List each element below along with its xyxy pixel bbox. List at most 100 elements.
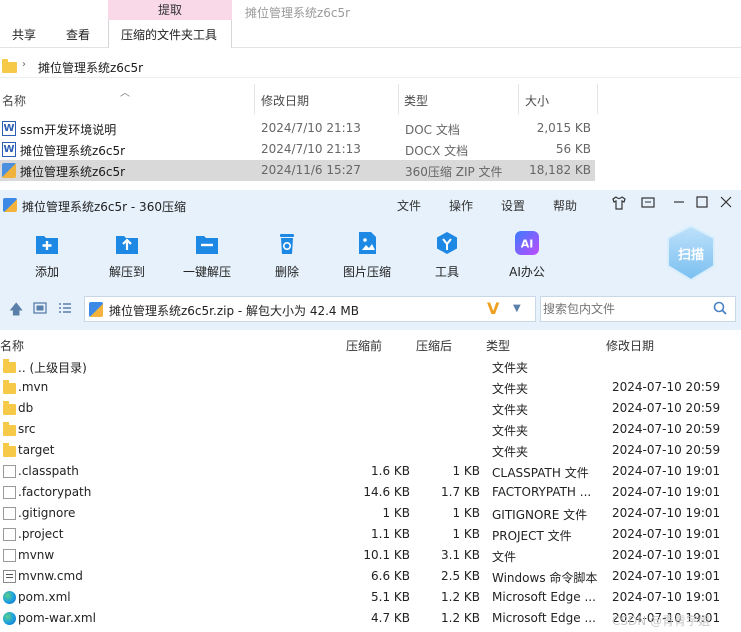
archive-column-header: 名称 压缩前 压缩后 类型 修改日期 [0, 336, 741, 354]
size-before: 1 KB [382, 506, 410, 520]
col-modified[interactable]: 修改日期 [261, 92, 309, 109]
file-type: PROJECT 文件 [492, 529, 572, 543]
file-type: 文件 [492, 550, 517, 564]
file-name: .classpath [18, 464, 79, 478]
archive-search[interactable] [540, 296, 736, 322]
edge-file-icon [3, 612, 16, 625]
maximize-icon[interactable] [695, 195, 709, 213]
file-name: ssm开发环境说明 [20, 123, 117, 137]
file-type: DOC 文档 [405, 123, 460, 137]
size-after: 1 KB [452, 527, 480, 541]
size-before: 6.6 KB [371, 569, 410, 583]
archive-file-row[interactable]: .classpath 1.6 KB 1 KB CLASSPATH 文件 2024-07-… [0, 461, 741, 482]
folder-icon [3, 401, 16, 415]
menu-help[interactable]: 帮助 [553, 197, 577, 214]
chevron-right-icon[interactable]: › [22, 59, 26, 70]
file-name: 摊位管理系统z6c5r [20, 165, 126, 179]
context-tab-extract[interactable]: 提取 [108, 0, 232, 20]
tab-view[interactable]: 查看 [66, 26, 90, 43]
file-type: Microsoft Edge ... [492, 611, 596, 625]
archive-file-row[interactable]: mvnw.cmd 6.6 KB 2.5 KB Windows 命令脚本 2024-07-… [0, 566, 741, 587]
zip-file-icon [89, 302, 103, 317]
image-compress-button[interactable]: 图片压缩 [332, 230, 402, 280]
window-title-ghost: 摊位管理系统z6c5r [245, 6, 351, 20]
delete-button[interactable]: 删除 [252, 230, 322, 280]
archiver-toolbar: 添加 解压到 一键解压 删除 图片压缩 工具 AI AI办公 扫描 [0, 220, 741, 288]
file-name: .gitignore [18, 506, 76, 520]
ai-office-button[interactable]: AI AI办公 [492, 230, 562, 280]
feedback-icon[interactable] [640, 195, 656, 215]
file-type: GITIGNORE 文件 [492, 508, 588, 522]
address-bar[interactable]: › 摊位管理系统z6c5r [0, 54, 741, 78]
archive-file-row[interactable]: .project 1.1 KB 1 KB PROJECT 文件 2024-07-10 1… [0, 524, 741, 545]
archive-file-row[interactable]: target 文件夹 2024-07-10 20:59 [0, 440, 741, 461]
archive-path-field[interactable]: 摊位管理系统z6c5r.zip - 解包大小为 42.4 MB V ▼ [84, 296, 536, 322]
list-view-icon[interactable] [58, 302, 72, 317]
scan-button[interactable]: 扫描 [664, 224, 718, 282]
file-modified: 2024-07-10 20:59 [612, 401, 721, 415]
col-type[interactable]: 类型 [486, 337, 510, 354]
col-name[interactable]: 名称 [0, 337, 24, 354]
tools-icon [437, 232, 457, 254]
file-name: src [18, 422, 36, 436]
close-icon[interactable] [719, 195, 733, 213]
col-size[interactable]: 大小 [525, 92, 549, 109]
explorer-file-row[interactable]: W 摊位管理系统z6c5r 2024/7/10 21:13 DOCX 文档 56 KB [0, 139, 595, 160]
minimize-icon[interactable] [672, 195, 686, 213]
extract-to-icon [116, 236, 138, 254]
col-name[interactable]: 名称 [2, 92, 26, 109]
archive-file-row[interactable]: .gitignore 1 KB 1 KB GITIGNORE 文件 2024-07-10… [0, 503, 741, 524]
file-name: pom-war.xml [18, 611, 96, 625]
size-after: 2.5 KB [441, 569, 480, 583]
file-name: .mvn [18, 380, 49, 394]
explorer-file-row[interactable]: Wssm开发环境说明 2024/7/10 21:13 DOC 文档 2,015 KB [0, 118, 595, 139]
size-before: 14.6 KB [363, 485, 410, 499]
skin-shirt-icon[interactable] [611, 195, 627, 215]
file-name: .project [18, 527, 64, 541]
tools-button[interactable]: 工具 [412, 230, 482, 280]
menu-settings[interactable]: 设置 [501, 197, 525, 214]
thumbnail-view-icon[interactable] [33, 302, 47, 317]
tab-compressed-folder-tools[interactable]: 压缩的文件夹工具 [121, 26, 217, 43]
size-after: 1.2 KB [441, 590, 480, 604]
archiver-title: 摊位管理系统z6c5r - 360压缩 [22, 200, 186, 214]
add-button[interactable]: 添加 [12, 230, 82, 280]
add-label: 添加 [34, 265, 59, 279]
file-type: 文件夹 [492, 445, 529, 459]
sort-ascending-icon: ︿ [120, 88, 130, 99]
archive-file-row[interactable]: .mvn 文件夹 2024-07-10 20:59 [0, 377, 741, 398]
search-icon[interactable] [713, 301, 727, 319]
col-type[interactable]: 类型 [404, 92, 428, 109]
menu-operation[interactable]: 操作 [449, 197, 473, 214]
explorer-file-row[interactable]: 摊位管理系统z6c5r 2024/11/6 15:27 360压缩 ZIP 文件 18… [0, 160, 595, 181]
file-modified: 2024-07-10 20:59 [612, 422, 721, 436]
extract-to-button[interactable]: 解压到 [92, 230, 162, 280]
file-modified: 2024-07-10 20:59 [612, 380, 721, 394]
folder-icon [2, 59, 17, 73]
col-after[interactable]: 压缩后 [416, 337, 452, 354]
archive-file-row[interactable]: src 文件夹 2024-07-10 20:59 [0, 419, 741, 440]
file-type: 文件夹 [492, 361, 529, 375]
archive-file-row[interactable]: mvnw 10.1 KB 3.1 KB 文件 2024-07-10 19:01 [0, 545, 741, 566]
search-input[interactable] [543, 300, 703, 318]
col-modified[interactable]: 修改日期 [606, 337, 654, 354]
menu-file[interactable]: 文件 [397, 197, 421, 214]
chevron-down-icon[interactable]: ▼ [513, 303, 521, 314]
up-level-icon[interactable]: 🡅 [9, 299, 23, 323]
one-click-extract-button[interactable]: 一键解压 [172, 230, 242, 280]
file-icon [3, 528, 16, 541]
file-type: 文件夹 [492, 424, 529, 438]
archive-file-row[interactable]: pom.xml 5.1 KB 1.2 KB Microsoft Edge ... 202… [0, 587, 741, 608]
explorer-column-header: ︿ 名称 修改日期 类型 大小 [0, 84, 600, 114]
archive-file-row[interactable]: .factorypath 14.6 KB 1.7 KB FACTORYPATH ...… [0, 482, 741, 503]
archive-file-row[interactable]: db 文件夹 2024-07-10 20:59 [0, 398, 741, 419]
file-modified: 2024-07-10 19:01 [612, 527, 721, 541]
size-before: 1.1 KB [371, 527, 410, 541]
file-name: db [18, 401, 34, 415]
tab-share[interactable]: 共享 [12, 26, 36, 43]
archive-file-row[interactable]: .. (上级目录) 文件夹 [0, 356, 741, 377]
archive-app-icon [3, 198, 17, 212]
col-before[interactable]: 压缩前 [346, 337, 382, 354]
archive-path-text: 摊位管理系统z6c5r.zip - 解包大小为 42.4 MB [109, 304, 359, 318]
one-click-extract-icon [196, 236, 218, 254]
